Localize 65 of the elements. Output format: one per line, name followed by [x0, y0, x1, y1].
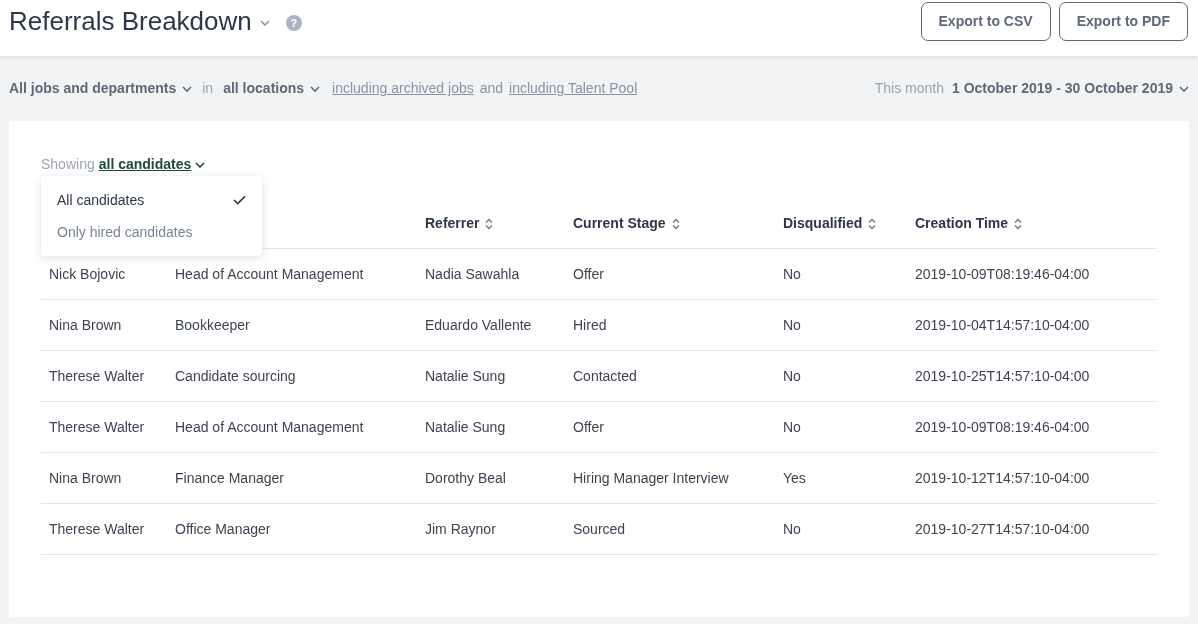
page-title: Referrals Breakdown	[9, 4, 252, 38]
date-range-dropdown[interactable]: 1 October 2019 - 30 October 2019	[952, 78, 1189, 99]
table-cell: Nina Brown	[49, 316, 122, 333]
table-cell: Nick Bojovic	[49, 265, 126, 282]
table-cell: Jim Raynor	[425, 520, 496, 537]
talent-pool-link[interactable]: including Talent Pool	[509, 78, 638, 99]
table-cell: Natalie Sung	[425, 418, 506, 435]
export-button[interactable]: Export to PDF	[1058, 1, 1188, 41]
table-cell: Sourced	[573, 520, 626, 537]
table-cell: Dorothy Beal	[425, 469, 506, 486]
table-cell: No	[783, 418, 801, 435]
column-header[interactable]: Creation Time	[915, 213, 1023, 234]
sort-icon[interactable]	[868, 217, 877, 230]
chevron-down-icon	[259, 20, 270, 26]
chevron-down-icon	[182, 85, 193, 92]
table-cell: No	[783, 520, 801, 537]
period-label: This month	[874, 79, 944, 98]
table-cell: Therese Walter	[49, 418, 145, 435]
table-cell: Eduardo Vallente	[425, 316, 532, 333]
checkmark-icon	[233, 195, 246, 205]
export-button[interactable]: Export to CSV	[920, 1, 1051, 41]
table-cell: 2019-10-27T14:57:10-04:00	[915, 520, 1090, 537]
table-cell: Head of Account Management	[175, 265, 364, 282]
showing-label: Showing	[41, 155, 95, 174]
chevron-down-icon	[310, 85, 321, 92]
locations-dropdown[interactable]: all locations	[223, 78, 321, 99]
table-cell: No	[783, 265, 801, 282]
table-cell: Therese Walter	[49, 367, 145, 384]
table-cell: Bookkeeper	[175, 316, 250, 333]
column-header[interactable]: Disqualified	[783, 213, 877, 234]
table-cell: Offer	[573, 418, 604, 435]
column-header[interactable]: Referrer	[425, 213, 494, 234]
table-cell: Hiring Manager Interview	[573, 469, 729, 486]
table-cell: Finance Manager	[175, 469, 284, 486]
table-cell: No	[783, 367, 801, 384]
menu-item[interactable]: Only hired candidates	[41, 216, 262, 248]
table-cell: 2019-10-25T14:57:10-04:00	[915, 367, 1090, 384]
table-cell: Office Manager	[175, 520, 271, 537]
column-header[interactable]: Current Stage	[573, 213, 680, 234]
table-cell: Nina Brown	[49, 469, 122, 486]
table-cell: Natalie Sung	[425, 367, 506, 384]
table-cell: Hired	[573, 316, 607, 333]
table-cell: Contacted	[573, 367, 637, 384]
in-text: in	[202, 79, 214, 98]
sort-icon[interactable]	[671, 217, 680, 230]
sort-icon[interactable]	[485, 217, 494, 230]
table-cell: Therese Walter	[49, 520, 145, 537]
table-cell: 2019-10-09T08:19:46-04:00	[915, 418, 1090, 435]
jobs-dropdown[interactable]: All jobs and departments	[9, 78, 193, 99]
candidates-filter-dropdown[interactable]: all candidates	[98, 154, 206, 175]
chevron-down-icon	[1179, 85, 1189, 92]
table-cell: 2019-10-04T14:57:10-04:00	[915, 316, 1090, 333]
table-cell: Candidate sourcing	[175, 367, 296, 384]
table-cell: Head of Account Management	[175, 418, 364, 435]
chevron-down-icon	[195, 161, 206, 168]
sort-icon[interactable]	[1014, 217, 1023, 230]
archived-jobs-link[interactable]: including archived jobs	[332, 78, 474, 99]
table-cell: Yes	[783, 469, 806, 486]
table-cell: Nadia Sawahla	[425, 265, 520, 282]
menu-item[interactable]: All candidates	[41, 184, 262, 216]
and-text: and	[479, 79, 504, 98]
table-cell: Offer	[573, 265, 604, 282]
table-cell: 2019-10-12T14:57:10-04:00	[915, 469, 1090, 486]
table-cell: No	[783, 316, 801, 333]
table-cell: 2019-10-09T08:19:46-04:00	[915, 265, 1090, 282]
